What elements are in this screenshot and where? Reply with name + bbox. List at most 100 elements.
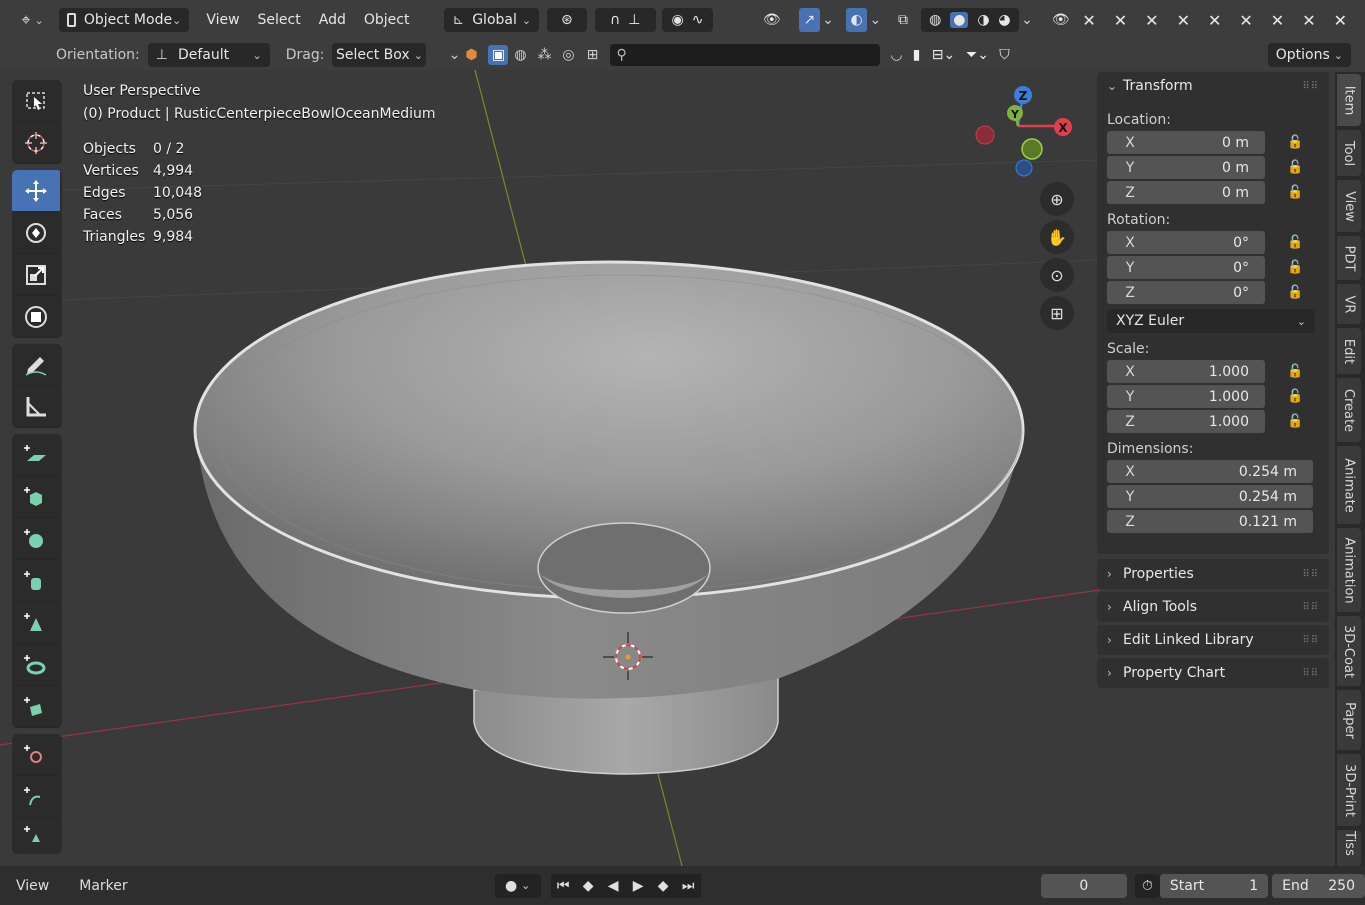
pivot-point-dropdown[interactable]: ⊛ xyxy=(547,8,587,32)
tab-3d-coat[interactable]: 3D-Coat xyxy=(1337,616,1361,686)
location-y-field[interactable]: Y 0 m xyxy=(1107,156,1265,179)
mode-dropdown[interactable]: Object Mode ⌄ xyxy=(59,8,190,32)
rotation-mode-dropdown[interactable]: XYZ Euler ⌄ xyxy=(1107,309,1315,333)
play-reverse-button[interactable]: ◀ xyxy=(600,873,626,898)
dimensions-x-field[interactable]: X 0.254 m xyxy=(1107,460,1313,483)
lock-icon[interactable]: 🔓 xyxy=(1287,364,1303,379)
add-custom-tool[interactable] xyxy=(12,686,60,728)
rotate-tool[interactable] xyxy=(12,212,60,254)
pan-button[interactable]: ✋ xyxy=(1040,220,1074,254)
chevron-down-icon[interactable]: ⌄ xyxy=(820,8,836,32)
menu-add[interactable]: Add xyxy=(310,8,355,32)
auto-keying-toggle[interactable]: ● ⌄ xyxy=(494,873,541,898)
scale-tool[interactable] xyxy=(12,254,60,296)
end-frame-field[interactable]: End 250 xyxy=(1272,873,1365,898)
bookmark-icon[interactable]: ▮ xyxy=(906,43,926,67)
navigation-gizmo[interactable]: X Z Y xyxy=(970,82,1080,182)
zoom-button[interactable]: ⊕ xyxy=(1040,182,1074,216)
tab-animate[interactable]: Animate xyxy=(1337,446,1361,524)
lock-icon[interactable]: 🔓 xyxy=(1287,185,1303,200)
drag-grip-icon[interactable]: ⠿⠿ xyxy=(1302,81,1319,92)
prev-keyframe-button[interactable]: ◆ xyxy=(575,873,601,898)
solid-sphere-icon[interactable]: ◍ xyxy=(508,43,532,67)
lock-icon[interactable]: 🔓 xyxy=(1287,389,1303,404)
world-icon[interactable]: ◎ xyxy=(556,43,580,67)
location-x-field[interactable]: X 0 m xyxy=(1107,131,1265,154)
cursor-tool[interactable] xyxy=(12,122,60,164)
tab-create[interactable]: Create xyxy=(1337,378,1361,442)
funnel-icon[interactable]: ⏷⌄ xyxy=(960,43,994,67)
rotation-y-field[interactable]: Y 0° xyxy=(1107,256,1265,279)
snap-toggle[interactable]: ∩ ⊥ xyxy=(594,8,656,32)
play-button[interactable]: ▶ xyxy=(625,873,651,898)
edit-linked-library-panel-header[interactable]: › Edit Linked Library ⠿⠿ xyxy=(1097,625,1329,655)
rotation-z-field[interactable]: Z 0° xyxy=(1107,281,1265,304)
properties-panel-header[interactable]: › Properties ⠿⠿ xyxy=(1097,559,1329,589)
camera-view-button[interactable]: ⊙ xyxy=(1040,258,1074,292)
move-tool[interactable] xyxy=(12,170,60,212)
property-chart-panel-header[interactable]: › Property Chart ⠿⠿ xyxy=(1097,658,1329,688)
lock-icon[interactable]: 🔓 xyxy=(1287,135,1303,150)
add-curve-tool[interactable] xyxy=(12,776,60,818)
dimensions-z-field[interactable]: Z 0.121 m xyxy=(1107,510,1313,533)
search-input[interactable] xyxy=(632,47,853,63)
particles-icon[interactable]: ⁂ xyxy=(532,43,556,67)
add-cone-tool[interactable] xyxy=(12,602,60,644)
dimensions-y-field[interactable]: Y 0.254 m xyxy=(1107,485,1313,508)
location-z-field[interactable]: Z 0 m xyxy=(1107,181,1265,204)
wireframe-shading-icon[interactable]: ◍ xyxy=(929,12,941,28)
rotation-x-field[interactable]: X 0° xyxy=(1107,231,1265,254)
show-overlays-toggle[interactable]: ◐ xyxy=(845,8,868,32)
chevron-down-icon[interactable]: ⌄ xyxy=(1019,8,1035,32)
align-tools-panel-header[interactable]: › Align Tools ⠿⠿ xyxy=(1097,592,1329,622)
options-dropdown[interactable]: Options ⌄ xyxy=(1267,43,1351,67)
menu-view[interactable]: View xyxy=(197,8,248,32)
drag-grip-icon[interactable]: ⠿⠿ xyxy=(1302,602,1319,613)
proportional-editing[interactable]: ◉ ∿ xyxy=(661,8,714,32)
lock-icon[interactable]: 🔓 xyxy=(1287,285,1303,300)
chevron-down-icon[interactable]: ⌄ xyxy=(867,8,883,32)
xray-toggle[interactable]: ⧉ xyxy=(891,8,915,32)
add-torus-tool[interactable] xyxy=(12,644,60,686)
transform-panel-header[interactable]: ⌄ Transform ⠿⠿ xyxy=(1097,72,1329,100)
add-armature-tool[interactable] xyxy=(12,734,60,776)
filter-arc-icon[interactable]: ◡ xyxy=(886,43,906,67)
jump-start-button[interactable]: ⏮ xyxy=(550,873,576,898)
tab-pdt[interactable]: PDT xyxy=(1337,236,1361,280)
select-box-tool[interactable] xyxy=(12,80,60,122)
tab-tiss[interactable]: Tiss xyxy=(1337,830,1361,866)
add-light-tool[interactable] xyxy=(12,818,60,854)
add-sphere-tool[interactable] xyxy=(12,518,60,560)
start-frame-field[interactable]: Start 1 xyxy=(1159,873,1269,898)
tab-edit[interactable]: Edit xyxy=(1337,328,1361,374)
tab-vr[interactable]: VR xyxy=(1337,284,1361,324)
tab-paper[interactable]: Paper xyxy=(1337,690,1361,750)
hierarchy-icon[interactable]: ⊞ xyxy=(580,43,604,67)
drag-grip-icon[interactable]: ⠿⠿ xyxy=(1302,569,1319,580)
drag-grip-icon[interactable]: ⠿⠿ xyxy=(1302,635,1319,646)
drag-dropdown[interactable]: Select Box ⌄ xyxy=(332,43,427,67)
add-cylinder-tool[interactable] xyxy=(12,560,60,602)
orientation-dropdown[interactable]: ⊥ Default ⌄ xyxy=(147,43,270,67)
tab-3d-print[interactable]: 3D-Print xyxy=(1337,754,1361,826)
search-field[interactable]: ⚲ xyxy=(610,44,881,66)
tab-item[interactable]: Item xyxy=(1337,74,1361,126)
visibility-eye-toggle[interactable]: 👁 xyxy=(1049,8,1073,32)
scale-x-field[interactable]: X 1.000 xyxy=(1107,360,1265,383)
timeline-menu-marker[interactable]: Marker xyxy=(73,878,133,894)
addon-header-icons[interactable]: ✕✕✕✕✕✕✕✕✕ xyxy=(1082,11,1365,30)
show-gizmo-toggle[interactable]: ↗ xyxy=(798,8,821,32)
scale-z-field[interactable]: Z 1.000 xyxy=(1107,410,1265,433)
measure-tool[interactable] xyxy=(12,386,60,428)
transform-orientation-dropdown[interactable]: ⊾ Global ⌄ xyxy=(444,8,540,32)
lock-icon[interactable]: 🔓 xyxy=(1287,160,1303,175)
timeline-menu-view[interactable]: View xyxy=(10,878,55,894)
outliner-filter-icon[interactable]: ⬢ xyxy=(462,43,480,67)
menu-object[interactable]: Object xyxy=(355,8,419,32)
menu-select[interactable]: Select xyxy=(249,8,310,32)
add-cube-tool[interactable] xyxy=(12,476,60,518)
current-frame-field[interactable]: 0 xyxy=(1040,873,1127,898)
lock-icon[interactable]: 🔓 xyxy=(1287,260,1303,275)
material-shading-icon[interactable]: ◑ xyxy=(977,12,989,28)
add-plane-tool[interactable] xyxy=(12,434,60,476)
